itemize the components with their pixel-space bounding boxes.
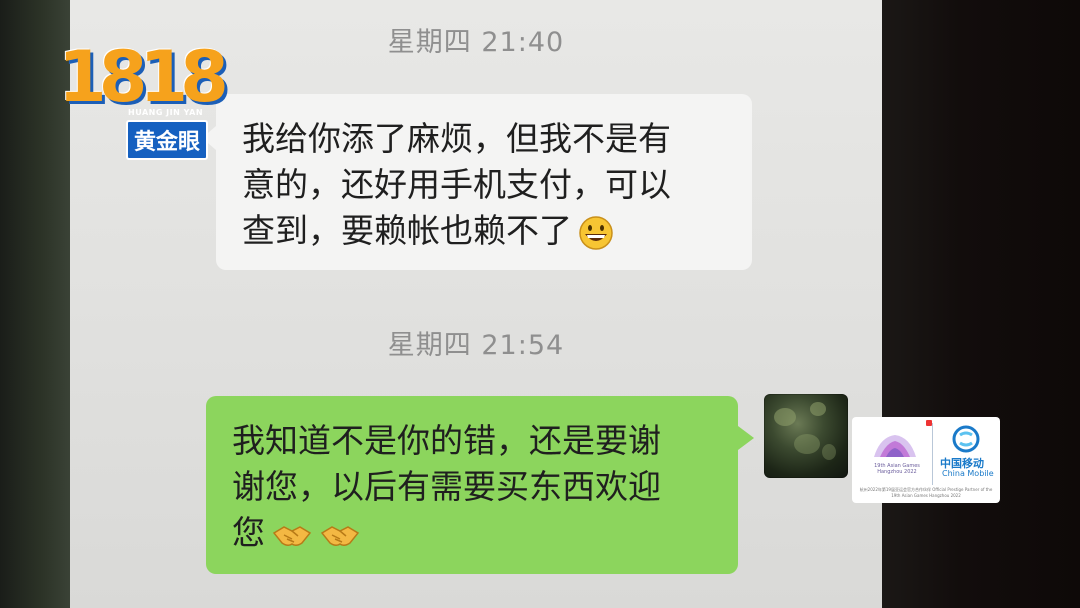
station-logo: 1818 HUANG JIN YAN 黄金眼: [58, 42, 238, 162]
logo-digits: 1818: [58, 36, 229, 118]
sponsor-footer: 杭州2022年第19届亚运会官方合作伙伴 Official Prestige P…: [859, 487, 993, 498]
message-line: 我知道不是你的错，还是要谢: [232, 421, 661, 460]
message-line: 您: [232, 510, 712, 556]
handshake-icon: [272, 525, 312, 546]
asian-games-emblem-icon: [874, 435, 916, 457]
message-line: 查到，要赖帐也赖不了: [242, 208, 726, 254]
message-line: 我给你添了麻烦，但我不是有: [242, 119, 671, 158]
handshake-icon: [320, 525, 360, 546]
message-text: 查到，要赖帐也赖不了: [242, 211, 572, 250]
background-right: [880, 0, 1080, 608]
sender-avatar[interactable]: [764, 394, 848, 478]
sponsor-badge: 19th Asian Games Hangzhou 2022 中国移动 Chin…: [852, 417, 1000, 503]
message-line: 谢您，以后有需要买东西欢迎: [232, 467, 661, 506]
china-mobile-logo-icon: [952, 425, 980, 453]
china-mobile-name-en: China Mobile: [942, 469, 994, 478]
divider: [932, 423, 933, 485]
logo-pinyin: HUANG JIN YAN: [128, 108, 204, 117]
incoming-message-bubble[interactable]: 我给你添了麻烦，但我不是有 意的，还好用手机支付，可以 查到，要赖帐也赖不了: [202, 94, 752, 270]
grinning-face-emoji-icon: [579, 215, 613, 250]
asian-games-text: 19th Asian Games Hangzhou 2022: [874, 463, 920, 475]
message-line: 意的，还好用手机支付，可以: [242, 165, 671, 204]
outgoing-message-bubble[interactable]: 我知道不是你的错，还是要谢 谢您，以后有需要买东西欢迎 您: [206, 396, 754, 574]
timestamp: 星期四 21:54: [387, 330, 565, 361]
logo-name: 黄金眼: [126, 120, 209, 160]
message-text: 您: [232, 513, 265, 552]
